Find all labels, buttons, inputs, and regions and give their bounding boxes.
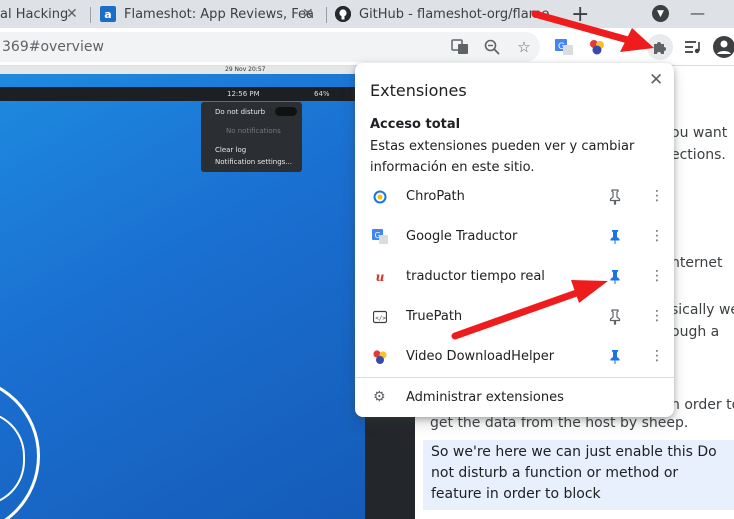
arrow-to-pin: [451, 280, 608, 340]
arrow-to-extensions-button: [531, 10, 654, 52]
annotation-arrows: [451, 10, 654, 340]
